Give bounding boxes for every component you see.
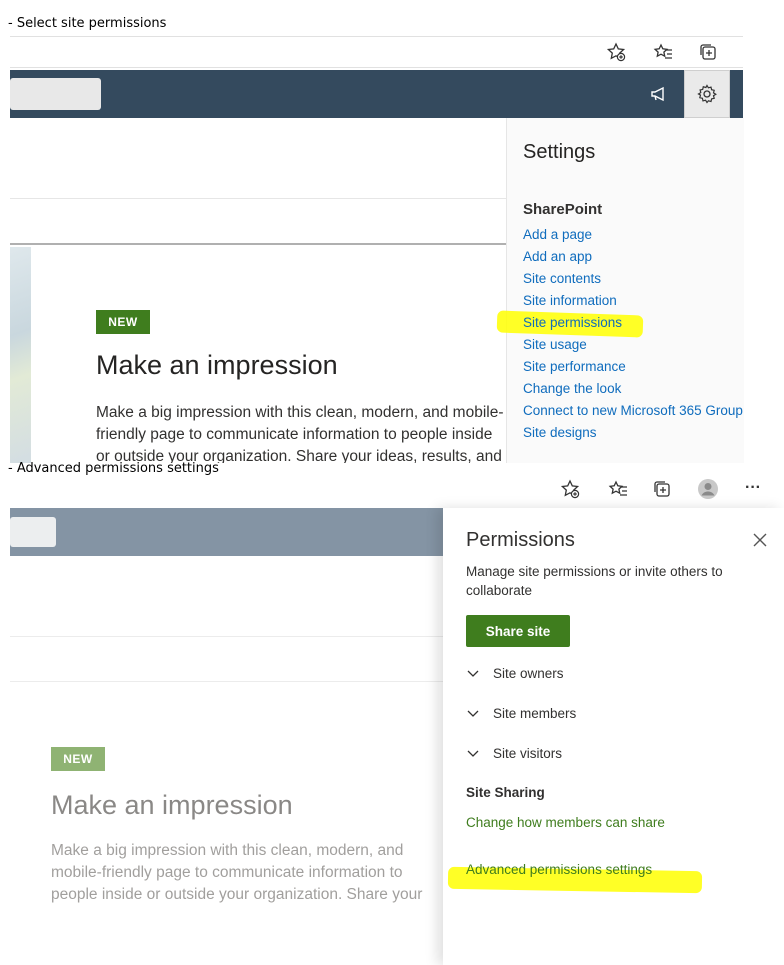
settings-link-add-an-app[interactable]: Add an app (523, 249, 592, 264)
browser-toolbar: ··· (545, 476, 784, 502)
chevron-down-icon (466, 707, 480, 721)
hero-body: Make a big impression with this clean, m… (51, 842, 423, 903)
permissions-title: Permissions (466, 529, 575, 551)
settings-link-site-permissions[interactable]: Site permissions (523, 315, 622, 330)
group-site-owners[interactable]: Site owners (466, 666, 564, 681)
group-label: Site members (493, 706, 577, 721)
settings-link-site-contents[interactable]: Site contents (523, 271, 601, 286)
settings-link-change-the-look[interactable]: Change the look (523, 381, 621, 396)
divider (10, 681, 443, 682)
change-sharing-link[interactable]: Change how members can share (466, 815, 665, 830)
site-sharing-heading: Site Sharing (466, 785, 545, 800)
settings-link-add-a-page[interactable]: Add a page (523, 227, 592, 242)
favorite-add-icon[interactable] (558, 477, 582, 501)
advanced-permissions-link[interactable]: Advanced permissions settings (466, 862, 652, 877)
collections-icon[interactable] (650, 477, 674, 501)
group-site-members[interactable]: Site members (466, 706, 576, 721)
caption-advanced-permissions: - Advanced permissions settings (8, 461, 219, 476)
favorites-icon[interactable] (606, 477, 630, 501)
suite-bar (10, 508, 443, 556)
close-icon[interactable] (750, 532, 770, 552)
group-label: Site owners (493, 666, 564, 681)
share-site-button[interactable]: Share site (466, 615, 570, 647)
profile-icon[interactable] (696, 477, 720, 501)
new-badge: NEW (51, 747, 105, 771)
divider (10, 636, 443, 637)
settings-links-clip: Add a page Add an app Site contents Site… (0, 0, 743, 463)
group-site-visitors[interactable]: Site visitors (466, 746, 562, 761)
more-icon[interactable]: ··· (741, 476, 765, 500)
group-label: Site visitors (493, 746, 563, 761)
hero-title: Make an impression (51, 790, 293, 820)
settings-link-site-usage[interactable]: Site usage (523, 337, 587, 352)
settings-link-site-designs[interactable]: Site designs (523, 425, 597, 440)
search-box[interactable] (10, 517, 56, 547)
settings-link-site-performance[interactable]: Site performance (523, 359, 626, 374)
chevron-down-icon (466, 747, 480, 761)
settings-link-connect-group[interactable]: Connect to new Microsoft 365 Group (523, 403, 743, 418)
settings-link-site-information[interactable]: Site information (523, 293, 617, 308)
chevron-down-icon (466, 667, 480, 681)
permissions-description: Manage site permissions or invite others… (466, 564, 723, 598)
